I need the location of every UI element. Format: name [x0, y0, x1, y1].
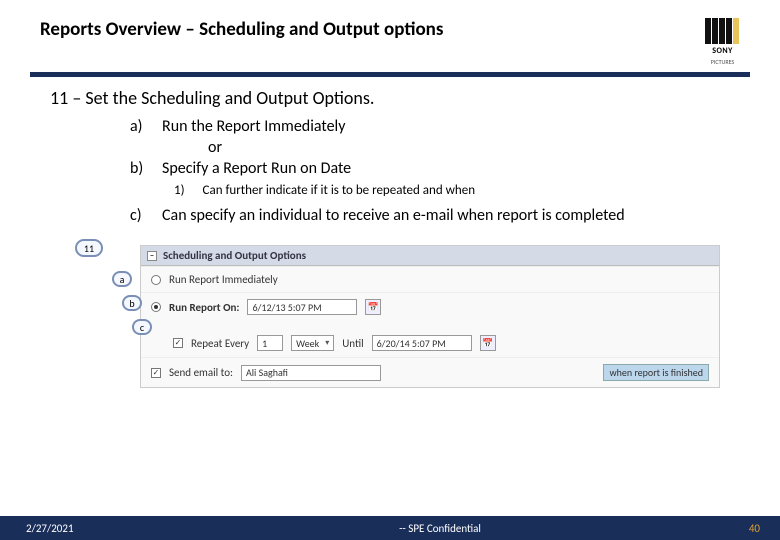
slide: Reports Overview – Scheduling and Output…: [0, 0, 780, 540]
scheduling-panel: – Scheduling and Output Options Run Repo…: [140, 245, 720, 388]
callout-11: 11: [75, 239, 103, 257]
item-b-marker: b): [130, 159, 148, 180]
footer-bar: 2/27/2021 -- SPE Confidential 40: [0, 516, 780, 540]
email-label: Send email to:: [169, 366, 233, 379]
run-on-calendar-icon[interactable]: 📅: [365, 299, 381, 315]
email-when-pill[interactable]: when report is finished: [603, 364, 709, 381]
callout-b: b: [122, 295, 142, 311]
repeat-number-input[interactable]: 1: [257, 335, 283, 351]
item-b-text: Specify a Report Run on Date: [162, 159, 351, 180]
step-text: Set the Scheduling and Output Options.: [85, 87, 374, 109]
until-calendar-icon[interactable]: 📅: [480, 335, 496, 351]
email-recipient-input[interactable]: Ali Saghafi: [241, 365, 381, 381]
run-immediately-label: Run Report Immediately: [169, 273, 278, 286]
item-c-marker: c): [130, 206, 148, 227]
panel-title: Scheduling and Output Options: [163, 249, 306, 262]
logo-stripes: [705, 18, 740, 44]
callout-c: c: [132, 319, 152, 335]
item-a-text: Run the Report Immediately: [162, 117, 345, 138]
item-or: or: [130, 138, 720, 159]
chevron-down-icon: ▾: [325, 338, 329, 348]
until-datetime-input[interactable]: 6/20/14 5:07 PM: [372, 335, 472, 351]
screenshot-figure: 11 a b c – Scheduling and Output Options…: [140, 245, 720, 388]
panel-header[interactable]: – Scheduling and Output Options: [141, 246, 719, 266]
step-list: a) Run the Report Immediately or b) Spec…: [50, 109, 740, 227]
callout-a: a: [112, 271, 132, 287]
item-b: b) Specify a Report Run on Date: [130, 159, 720, 180]
logo-under-text: PICTURES: [711, 58, 735, 66]
run-on-datetime-input[interactable]: 6/12/13 5:07 PM: [247, 299, 357, 315]
header: Reports Overview – Scheduling and Output…: [0, 0, 780, 72]
run-immediately-row: Run Report Immediately: [141, 266, 719, 292]
sony-logo: SONY PICTURES: [705, 18, 740, 66]
item-a-marker: a): [130, 117, 148, 138]
footer-page-number: 40: [720, 522, 780, 535]
email-checkbox[interactable]: ✓: [151, 368, 161, 378]
collapse-icon[interactable]: –: [147, 251, 157, 261]
content-area: 11 – Set the Scheduling and Output Optio…: [0, 77, 780, 388]
slide-title: Reports Overview – Scheduling and Output…: [40, 18, 443, 41]
repeat-unit-value: Week: [296, 337, 319, 350]
item-c: c) Can specify an individual to receive …: [130, 206, 720, 227]
item-b1-text: Can further indicate if it is to be repe…: [203, 183, 476, 200]
logo-brand-text: SONY: [712, 46, 733, 56]
repeat-label: Repeat Every: [191, 337, 249, 350]
repeat-unit-select[interactable]: Week ▾: [291, 335, 334, 351]
item-c-text: Can specify an individual to receive an …: [162, 206, 625, 227]
run-on-label: Run Report On:: [169, 301, 239, 314]
item-a: a) Run the Report Immediately: [130, 117, 720, 138]
step-number: 11: [50, 87, 68, 109]
item-b-sublist: 1) Can further indicate if it is to be r…: [130, 183, 720, 200]
footer-date: 2/27/2021: [0, 522, 160, 535]
repeat-checkbox[interactable]: ✓: [173, 338, 183, 348]
step-dash: –: [72, 87, 81, 109]
email-row: ✓ Send email to: Ali Saghafi when report…: [141, 357, 719, 387]
item-b1: 1) Can further indicate if it is to be r…: [174, 183, 720, 200]
step-heading: 11 – Set the Scheduling and Output Optio…: [50, 87, 740, 109]
item-b1-marker: 1): [174, 183, 185, 200]
run-on-radio[interactable]: [151, 302, 161, 312]
run-immediately-radio[interactable]: [151, 275, 161, 285]
run-on-row: Run Report On: 6/12/13 5:07 PM 📅 ✓ Repea…: [141, 292, 719, 357]
until-label: Until: [342, 337, 363, 350]
footer-confidential: -- SPE Confidential: [160, 522, 720, 535]
